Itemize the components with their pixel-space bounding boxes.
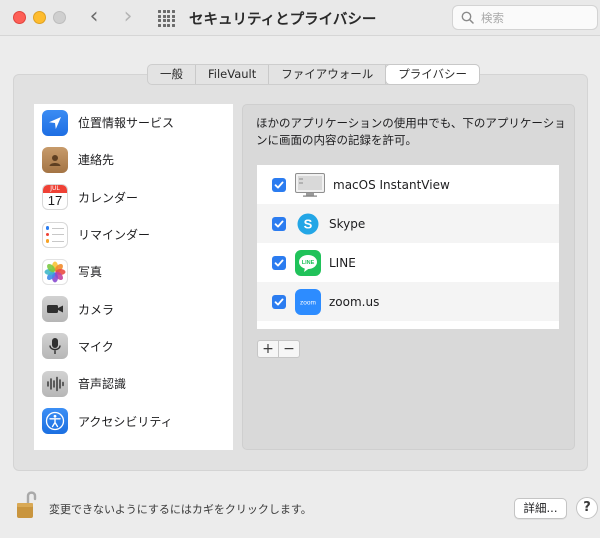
reminders-icon xyxy=(42,221,68,248)
add-app-button[interactable]: + xyxy=(258,341,278,357)
photos-icon xyxy=(42,258,68,285)
line-icon-text: LINE xyxy=(302,260,315,266)
add-remove-control: + − xyxy=(257,340,300,358)
sidebar-item-label: 連絡先 xyxy=(78,153,115,168)
calendar-day: 17 xyxy=(47,193,63,209)
accessibility-icon xyxy=(42,408,68,435)
forward-chevron-icon[interactable]: › xyxy=(116,6,140,30)
privacy-category-list: 位置情報サービス 連絡先 JUL 17 カレンダー リマインダー 写真 カメラ … xyxy=(34,104,233,450)
close-window-button[interactable] xyxy=(13,11,26,24)
window-title: セキュリティとプライバシー xyxy=(189,12,377,28)
details-button[interactable]: 詳細... xyxy=(514,498,567,519)
tab-privacy[interactable]: プライバシー xyxy=(386,65,480,84)
app-name: LINE xyxy=(329,255,356,270)
app-checkbox[interactable] xyxy=(272,216,286,231)
sidebar-item-label: リマインダー xyxy=(78,228,151,243)
sidebar-item-microphone[interactable]: マイク xyxy=(34,328,233,365)
app-permission-list: macOS InstantView S Skype LINE LINE zoom… xyxy=(257,165,559,329)
app-name: macOS InstantView xyxy=(333,177,450,192)
app-checkbox[interactable] xyxy=(272,294,286,309)
sidebar-item-calendar[interactable]: JUL 17 カレンダー xyxy=(34,179,233,216)
app-checkbox[interactable] xyxy=(272,177,286,192)
tab-filevault[interactable]: FileVault xyxy=(196,65,270,84)
zoom-icon-text: zoom xyxy=(300,299,316,306)
app-name: Skype xyxy=(329,216,366,231)
sidebar-item-reminders[interactable]: リマインダー xyxy=(34,216,233,253)
remove-app-button[interactable]: − xyxy=(279,341,299,357)
zoom-window-button[interactable] xyxy=(53,11,66,24)
sidebar-item-photos[interactable]: 写真 xyxy=(34,253,233,290)
skype-icon: S xyxy=(295,211,321,237)
sidebar-item-label: 音声認識 xyxy=(78,377,127,392)
camera-icon xyxy=(42,296,68,323)
line-icon: LINE xyxy=(295,249,321,276)
app-row-skype[interactable]: S Skype xyxy=(257,204,559,243)
sidebar-item-location-services[interactable]: 位置情報サービス xyxy=(34,104,233,141)
tab-bar: 一般 FileVault ファイアウォール プライバシー xyxy=(147,64,481,85)
sidebar-item-label: アクセシビリティ xyxy=(78,414,173,429)
show-all-grid-icon[interactable] xyxy=(158,10,175,27)
unlocked-padlock-icon[interactable] xyxy=(15,489,39,521)
back-chevron-icon[interactable]: ‹ xyxy=(82,6,106,30)
contacts-icon xyxy=(42,146,68,173)
calendar-icon: JUL 17 xyxy=(42,184,68,211)
tab-firewall[interactable]: ファイアウォール xyxy=(269,65,387,84)
sidebar-item-accessibility[interactable]: アクセシビリティ xyxy=(34,402,233,439)
search-field[interactable] xyxy=(452,5,598,30)
app-row-zoom[interactable]: zoom zoom.us xyxy=(257,282,559,321)
title-bar: ‹ › セキュリティとプライバシー xyxy=(0,0,600,36)
app-checkbox[interactable] xyxy=(272,255,286,270)
monitor-icon xyxy=(295,172,325,198)
sidebar-item-contacts[interactable]: 連絡先 xyxy=(34,141,233,178)
help-button[interactable]: ? xyxy=(576,497,598,519)
calendar-month: JUL xyxy=(43,185,67,194)
search-icon xyxy=(461,11,474,24)
sidebar-item-label: 写真 xyxy=(78,265,103,280)
minimize-window-button[interactable] xyxy=(33,11,46,24)
app-row-macos-instantview[interactable]: macOS InstantView xyxy=(257,165,559,204)
zoom-icon: zoom xyxy=(295,288,321,315)
svg-text:S: S xyxy=(304,216,313,231)
tab-general[interactable]: 一般 xyxy=(148,65,196,84)
sidebar-item-camera[interactable]: カメラ xyxy=(34,290,233,327)
search-input[interactable] xyxy=(481,9,591,26)
sidebar-item-label: マイク xyxy=(78,339,114,354)
permission-description: ほかのアプリケーションの使用中でも、下のアプリケーションに画面の内容の記録を許可… xyxy=(256,116,566,147)
sidebar-item-label: カレンダー xyxy=(78,190,139,205)
app-name: zoom.us xyxy=(329,294,380,309)
sidebar-item-label: カメラ xyxy=(78,302,115,317)
microphone-icon xyxy=(42,333,68,360)
app-row-line[interactable]: LINE LINE xyxy=(257,243,559,282)
sidebar-item-label: 位置情報サービス xyxy=(78,116,175,131)
sidebar-item-speech-recognition[interactable]: 音声認識 xyxy=(34,365,233,402)
location-arrow-icon xyxy=(42,109,68,136)
speech-recognition-icon xyxy=(42,370,68,397)
lock-hint-text: 変更できないようにするにはカギをクリックします。 xyxy=(49,503,312,516)
